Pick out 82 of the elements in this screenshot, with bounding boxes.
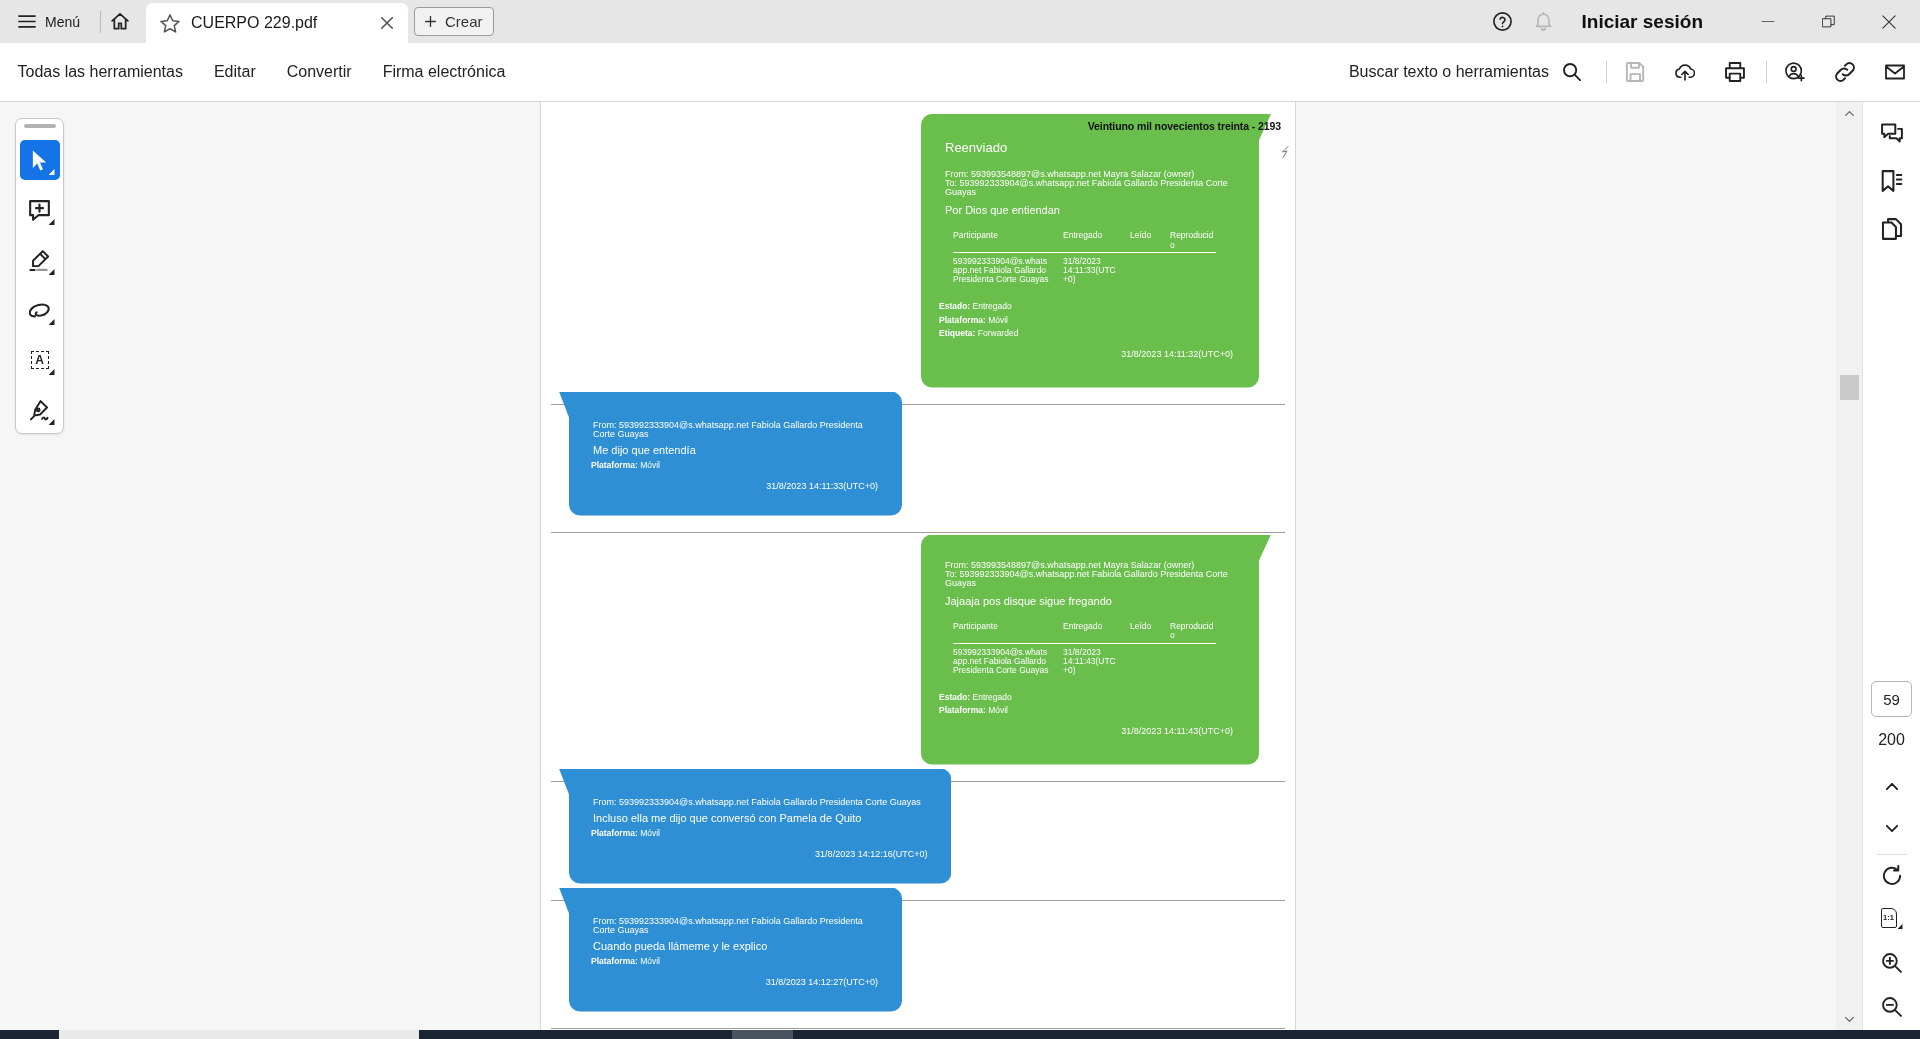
sender-line: From: 593993548897@s.whatsapp.net Mayra Salazar (owner): [945, 170, 1195, 179]
search-button[interactable]: Buscar texto o herramientas: [1348, 63, 1581, 81]
message-text: Jajaaja pos disque sigue fregando: [945, 593, 1113, 608]
menu-item[interactable]: Firma electrónica: [367, 57, 521, 87]
message-text: Incluso ella me dijo que conversó con Pamela de Quito: [593, 810, 862, 825]
recipient-line: To: 593992333904@s.whatsapp.net Fabiola Gallardo Presidenta Corte Guayas: [945, 569, 1229, 588]
drag-handle[interactable]: [23, 124, 56, 128]
bookmark-list-icon[interactable]: [1880, 170, 1903, 192]
home-icon[interactable]: [111, 13, 130, 30]
sender-line: From: 593992333904@s.whatsapp.net Fabiola Gallardo Presidenta Corte Guayas: [593, 916, 864, 935]
detail-line: Plataforma: Móvil: [591, 458, 661, 471]
sender-line: From: 593993548897@s.whatsapp.net Mayra Salazar (owner): [945, 560, 1195, 570]
column-header: Reproducido: [1170, 231, 1216, 253]
detail-line: Etiqueta: Forwarded: [939, 327, 1020, 340]
chevron-up-icon[interactable]: [1885, 783, 1898, 790]
message-timestamp: 31/8/2023 14:12:27(UTC+0): [764, 976, 878, 988]
column-header: Leído: [1130, 621, 1170, 644]
zoom-out-icon[interactable]: [1881, 997, 1902, 1017]
menu-button[interactable]: Menú: [0, 6, 91, 37]
message-timestamp: 31/8/2023 14:11:32(UTC+0): [1120, 348, 1233, 360]
table-cell-text: 31/8/2023 14:11:33(UTC+0): [1063, 257, 1117, 284]
star-icon[interactable]: [160, 13, 181, 33]
rotate-icon[interactable]: [1881, 865, 1902, 885]
message-timestamp: 31/8/2023 14:11:43(UTC+0): [1120, 725, 1233, 737]
envelope-icon[interactable]: [1885, 62, 1905, 82]
fountain-pen-icon: [29, 399, 50, 421]
sender-line: From: 593992333904@s.whatsapp.net Fabiola Gallardo Presidenta Corte Guayas: [593, 797, 922, 807]
text-box-icon: A: [30, 351, 49, 369]
zoom-in-icon[interactable]: [1881, 953, 1902, 973]
detail-line: Estado: Entregado: [939, 300, 1013, 313]
column-header: Participante: [953, 231, 1063, 253]
column-header: Participante: [953, 621, 1063, 644]
column-header: Leído: [1130, 231, 1170, 253]
message-timestamp: 31/8/2023 14:11:33(UTC+0): [765, 480, 878, 492]
column-header: Reproducido: [1170, 621, 1216, 644]
recipient-line: To: 593992333904@s.whatsapp.net Fabiola Gallardo Presidenta Corte Guayas: [945, 179, 1229, 197]
menu-item[interactable]: Editar: [198, 57, 272, 87]
restore-icon[interactable]: [1822, 15, 1835, 28]
table-cell-text: 31/8/2023 14:11:43(UTC+0): [1063, 647, 1117, 675]
pages-icon[interactable]: [1880, 218, 1903, 240]
plus-icon: [425, 16, 437, 27]
detail-line: Plataforma: Móvil: [939, 704, 1009, 717]
chevron-down-icon[interactable]: [1885, 825, 1898, 832]
menu-icon: [18, 15, 36, 28]
detail-line: Plataforma: Móvil: [591, 826, 661, 839]
scroll-up-icon[interactable]: [1844, 111, 1854, 116]
scrollbar-thumb[interactable]: [1839, 375, 1859, 400]
scribble-icon: [1281, 146, 1289, 158]
tool-button[interactable]: A: [19, 340, 60, 380]
comments-icon[interactable]: [1880, 122, 1903, 144]
printer-icon[interactable]: [1725, 62, 1745, 82]
message-timestamp: 31/8/2023 14:12:16(UTC+0): [814, 848, 928, 860]
message-text: Cuando pueda llámeme y le explico: [593, 938, 769, 953]
document-tab[interactable]: CUERPO 229.pdf: [146, 3, 409, 43]
scroll-down-icon[interactable]: [1844, 1017, 1854, 1022]
menu-item[interactable]: Todas las herramientas: [2, 57, 199, 87]
table-cell-text: 593992333904@s.whatsapp.net Fabiola Gallardo Presidenta Corte Guayas: [953, 647, 1050, 675]
page-count: 200: [1878, 731, 1905, 749]
link-icon[interactable]: [1835, 62, 1855, 82]
minimize-icon[interactable]: [1761, 20, 1775, 23]
comment-plus-icon: [29, 199, 50, 221]
detail-line: Estado: Entregado: [939, 690, 1013, 704]
create-button[interactable]: Crear: [414, 7, 494, 36]
help-icon[interactable]: [1492, 12, 1512, 31]
detail-line: Plataforma: Móvil: [591, 954, 661, 967]
message-text: Me dijo que entendía: [593, 442, 697, 457]
close-icon[interactable]: [1882, 14, 1896, 29]
sender-line: From: 593992333904@s.whatsapp.net Fabiola Gallardo Presidenta Corte Guayas: [593, 420, 864, 439]
forwarded-label: Reenviado: [945, 140, 1009, 156]
table-cell-text: 593992333904@s.whatsapp.net Fabiola Gallardo Presidenta Corte Guayas: [953, 257, 1050, 284]
close-icon[interactable]: [381, 17, 394, 29]
sign-in-button[interactable]: Iniciar sesión: [1581, 10, 1703, 33]
column-header: Entregado: [1063, 231, 1130, 253]
column-header: Entregado: [1063, 621, 1130, 644]
detail-line: Plataforma: Móvil: [939, 313, 1009, 327]
search-icon: [1563, 63, 1581, 81]
menu-item[interactable]: Convertir: [271, 57, 368, 87]
highlighter-pen-icon: [29, 249, 50, 271]
page-number-field[interactable]: 59: [1871, 681, 1912, 717]
cloud-upload-icon[interactable]: [1675, 62, 1695, 82]
message-text: Por Dios que entiendan: [945, 203, 1061, 217]
add-person-icon[interactable]: [1785, 62, 1805, 82]
